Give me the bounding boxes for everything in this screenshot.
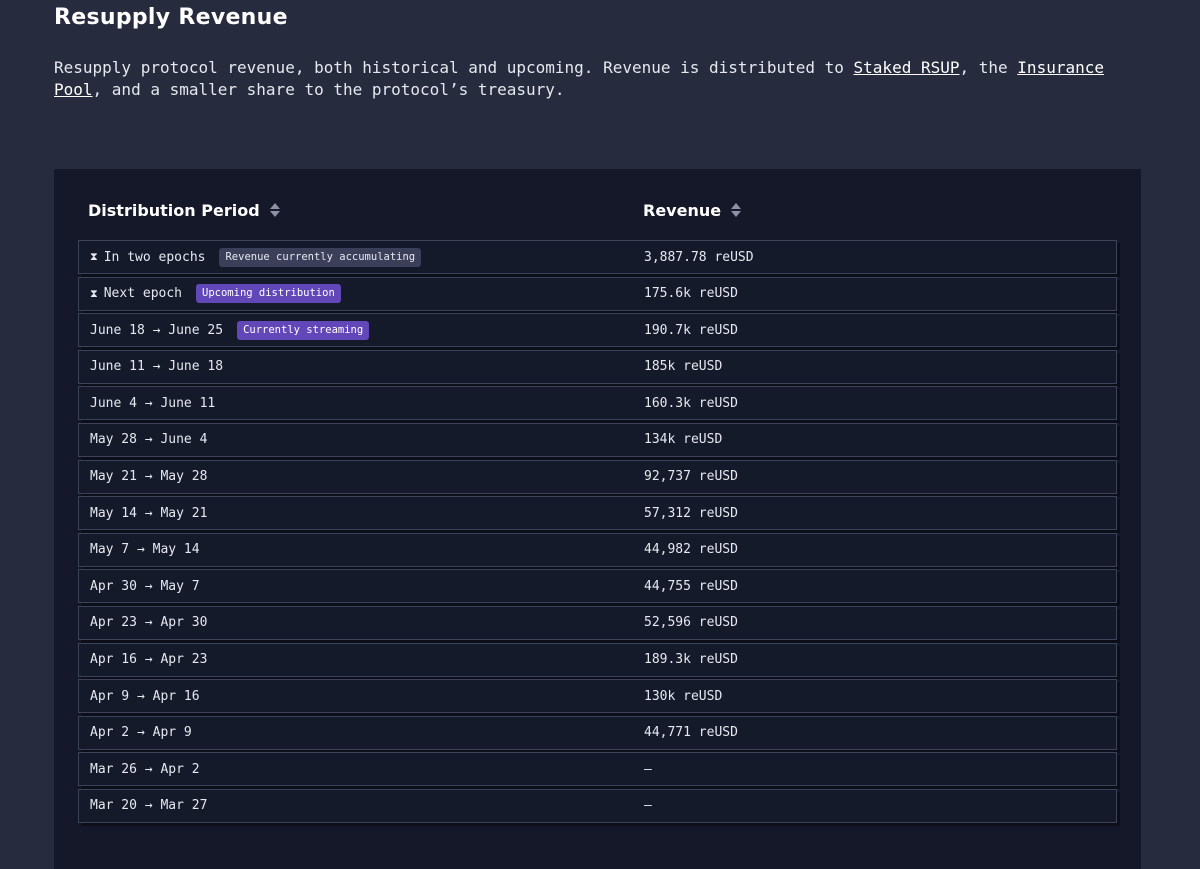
sort-icon[interactable] [731,203,742,217]
period-cell: Apr 9 → Apr 16 [90,680,200,712]
period-cell: ⧗ Next epoch Upcoming distribution [90,278,341,310]
table-row: May 28 → June 4 134k reUSD [78,422,1117,457]
table-row: Apr 2 → Apr 9 44,771 reUSD [78,715,1117,750]
revenue-cell: 44,755 reUSD [644,578,738,594]
table-row: ⧗ In two epochs Revenue currently accumula… [78,240,1117,274]
period-cell: June 18 → June 25 Currently streaming [90,314,370,346]
period-text: Mar 20 → Mar 27 [90,798,208,814]
hourglass-icon: ⧗ [90,286,98,300]
staked-rsup-link[interactable]: Staked RSUP [854,58,960,77]
revenue-cell: 160.3k reUSD [644,395,738,411]
period-text: June 18 → June 25 [90,322,224,338]
table-row: May 14 → May 21 57,312 reUSD [78,496,1117,531]
period-text: May 21 → May 28 [90,469,208,485]
revenue-cell: 185k reUSD [644,359,723,375]
period-text: Apr 30 → May 7 [90,578,200,594]
period-cell: May 14 → May 21 [90,497,207,529]
table-row: Apr 30 → May 7 44,755 reUSD [78,569,1117,604]
status-badge: Upcoming distribution [196,284,341,304]
period-cell: Apr 30 → May 7 [90,570,200,602]
period-cell: Mar 26 → Apr 2 [90,753,200,785]
table-row: Mar 26 → Apr 2 – [78,752,1117,787]
period-text: Apr 23 → Apr 30 [90,615,208,631]
period-cell: Apr 16 → Apr 23 [90,644,207,676]
revenue-cell: 52,596 reUSD [644,615,738,631]
period-cell: Mar 20 → Mar 27 [90,790,207,822]
period-cell: Apr 2 → Apr 9 [90,717,192,749]
status-badge: Revenue currently accumulating [219,247,422,267]
revenue-cell: 130k reUSD [644,688,723,704]
table-row: May 7 → May 14 44,982 reUSD [78,532,1117,567]
period-text: Apr 16 → Apr 23 [90,652,208,668]
table-row: Apr 16 → Apr 23 189.3k reUSD [78,642,1117,677]
revenue-cell: 92,737 reUSD [644,469,738,485]
description-text: , and a smaller share to the protocol’s … [92,80,565,99]
revenue-table-body: ⧗ In two epochs Revenue currently accumula… [78,240,1117,826]
table-row: ⧗ Next epoch Upcoming distribution 175.6k r… [78,276,1117,311]
hourglass-icon: ⧗ [90,250,98,263]
sort-icon[interactable] [269,203,280,217]
table-row: Mar 20 → Mar 27 – [78,788,1117,823]
period-text: May 7 → May 14 [90,542,200,558]
revenue-cell: 44,982 reUSD [644,542,738,558]
period-text: June 4 → June 11 [90,395,216,411]
page-description: Resupply protocol revenue, both historic… [54,57,1134,101]
column-header-label: Revenue [643,200,722,220]
revenue-cell: 189.3k reUSD [644,652,738,668]
column-header-revenue[interactable]: Revenue [643,200,742,220]
period-text: In two epochs [103,249,206,265]
table-row: Apr 9 → Apr 16 130k reUSD [78,679,1117,714]
revenue-cell: 44,771 reUSD [644,725,738,741]
revenue-cell: 57,312 reUSD [644,505,738,521]
period-text: Apr 2 → Apr 9 [90,725,192,741]
period-cell: Apr 23 → Apr 30 [90,607,207,639]
period-cell: May 21 → May 28 [90,461,207,493]
period-text: May 28 → June 4 [90,432,208,448]
table-row: June 11 → June 18 185k reUSD [78,349,1117,384]
column-header-distribution-period[interactable]: Distribution Period [88,200,280,220]
period-text: Apr 9 → Apr 16 [90,688,200,704]
page-title: Resupply Revenue [54,5,288,30]
revenue-cell: 190.7k reUSD [644,322,738,338]
column-header-label: Distribution Period [88,200,260,220]
status-badge: Currently streaming [237,320,370,340]
table-row: May 21 → May 28 92,737 reUSD [78,459,1117,494]
period-cell: June 11 → June 18 [90,351,223,383]
description-text: Resupply protocol revenue, both historic… [54,58,854,77]
period-cell: ⧗ In two epochs Revenue currently accumula… [90,241,422,273]
revenue-cell: – [644,798,652,814]
period-cell: June 4 → June 11 [90,387,215,419]
period-cell: May 7 → May 14 [90,534,200,566]
revenue-cell: 3,887.78 reUSD [644,249,754,265]
revenue-cell: – [644,761,652,777]
period-text: Next epoch [103,286,183,302]
period-text: May 14 → May 21 [90,505,208,521]
table-row: June 18 → June 25 Currently streaming 190.… [78,313,1117,348]
table-row: June 4 → June 11 160.3k reUSD [78,386,1117,421]
period-text: June 11 → June 18 [90,359,224,375]
revenue-cell: 134k reUSD [644,432,723,448]
period-text: Mar 26 → Apr 2 [90,761,200,777]
description-text: , the [959,58,1018,77]
table-row: Apr 23 → Apr 30 52,596 reUSD [78,605,1117,640]
period-cell: May 28 → June 4 [90,424,207,456]
revenue-cell: 175.6k reUSD [644,286,738,302]
